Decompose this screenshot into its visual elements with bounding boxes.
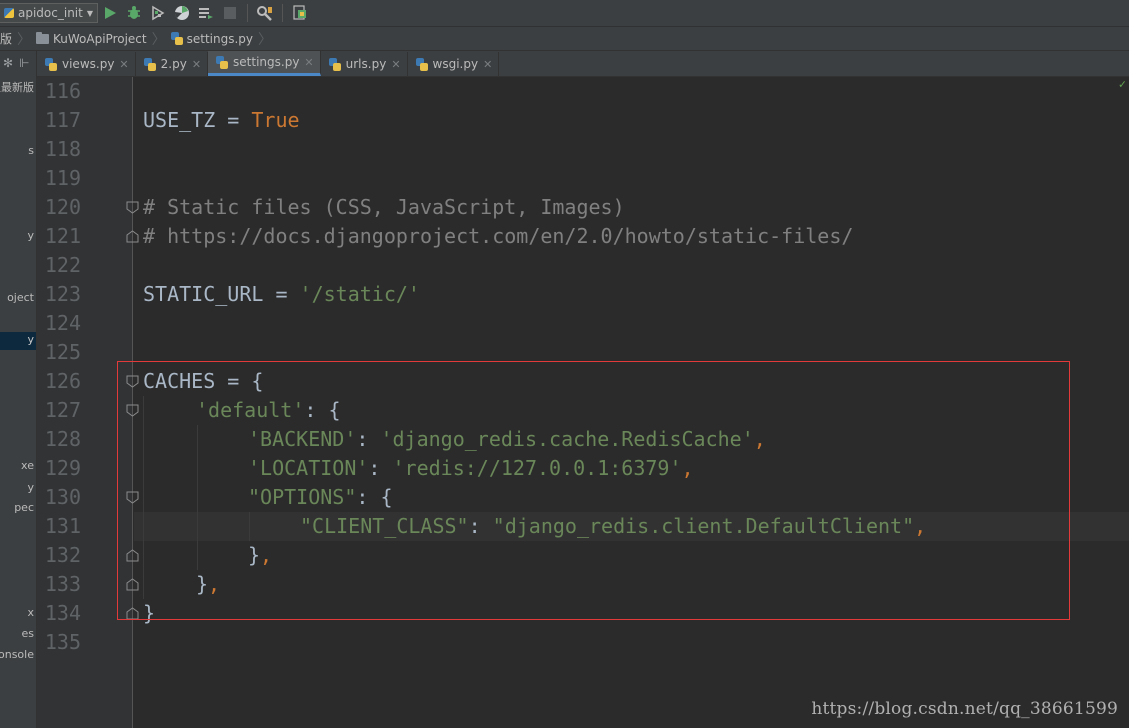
- line-number: 117: [37, 106, 81, 135]
- python-file-icon: [45, 58, 57, 71]
- line-number: 133: [37, 570, 81, 599]
- code-line-121-comment: # https://docs.djangoproject.com/en/2.0/…: [143, 222, 853, 251]
- tab-label: views.py: [62, 57, 114, 71]
- project-tree-item[interactable]: y: [27, 229, 34, 243]
- run-icon[interactable]: [98, 2, 122, 24]
- line-number: 122: [37, 251, 81, 280]
- line-number: 119: [37, 164, 81, 193]
- breadcrumb-item-root[interactable]: 版: [0, 27, 16, 50]
- toolbar-divider: [247, 4, 248, 22]
- line-number: 116: [37, 77, 81, 106]
- chevron-right-icon: 〉: [17, 29, 31, 49]
- project-tree-item[interactable]: y: [27, 481, 34, 495]
- inspection-ok-icon: ✓: [1119, 77, 1126, 91]
- line-number: 131: [37, 512, 81, 541]
- tab-label: settings.py: [233, 55, 299, 69]
- python-console-icon[interactable]: [288, 2, 312, 24]
- line-number: 130: [37, 483, 81, 512]
- line-number: 120: [37, 193, 81, 222]
- code-token: USE_TZ: [143, 108, 215, 132]
- breadcrumb-root-label: 版: [0, 30, 12, 47]
- navigation-bar: 版 〉 KuWoApiProject 〉 settings.py 〉: [0, 26, 1129, 51]
- python-file-icon: [144, 58, 156, 71]
- line-number: 134: [37, 599, 81, 628]
- code-token: =: [263, 282, 299, 306]
- tab-label: urls.py: [346, 57, 387, 71]
- line-number: 118: [37, 135, 81, 164]
- project-tool-window: ✻ ⊩ 上最新版 s y oject y xe y pec x es onsol…: [0, 51, 37, 728]
- project-tree-item[interactable]: 上最新版: [0, 81, 34, 95]
- toolbar-divider: [282, 4, 283, 22]
- project-tree-item[interactable]: pec: [14, 501, 34, 515]
- line-number: 124: [37, 309, 81, 338]
- coverage-icon[interactable]: [146, 2, 170, 24]
- code-line-117: USE_TZ = True: [143, 106, 300, 135]
- profile-icon[interactable]: [170, 2, 194, 24]
- concurrency-icon[interactable]: [194, 2, 218, 24]
- project-tree-item[interactable]: xe: [21, 459, 34, 473]
- python-file-icon: [216, 56, 228, 69]
- line-number: 132: [37, 541, 81, 570]
- chevron-right-icon: 〉: [258, 29, 272, 49]
- code-token-keyword: True: [251, 108, 299, 132]
- code-line-123: STATIC_URL = '/static/': [143, 280, 420, 309]
- breadcrumb-item-file[interactable]: settings.py: [167, 27, 257, 50]
- breadcrumb-project-label: KuWoApiProject: [53, 32, 147, 46]
- project-strip-toolbar: ✻ ⊩: [0, 54, 37, 72]
- watermark: https://blog.csdn.net/qq_38661599: [811, 699, 1118, 719]
- tab-settings[interactable]: settings.py ✕: [208, 51, 321, 76]
- close-icon[interactable]: ✕: [483, 58, 492, 71]
- project-tree-item-selected[interactable]: y: [0, 332, 36, 350]
- line-number: 127: [37, 396, 81, 425]
- line-number: 123: [37, 280, 81, 309]
- tab-label: wsgi.py: [433, 57, 479, 71]
- fold-marker-icon[interactable]: [126, 201, 139, 214]
- project-tree-item[interactable]: es: [22, 627, 35, 641]
- project-tree-item[interactable]: oject: [7, 291, 34, 305]
- close-icon[interactable]: ✕: [391, 58, 400, 71]
- close-icon[interactable]: ✕: [119, 58, 128, 71]
- editor-tab-bar: views.py ✕ 2.py ✕ settings.py ✕ urls.py …: [37, 51, 1129, 77]
- close-icon[interactable]: ✕: [304, 56, 313, 69]
- python-file-icon: [171, 32, 183, 45]
- code-token-string: '/static/': [300, 282, 420, 306]
- chevron-down-icon: ▼: [87, 9, 93, 18]
- tab-label: 2.py: [161, 57, 187, 71]
- line-number: 121: [37, 222, 81, 251]
- code-line-120-comment: # Static files (CSS, JavaScript, Images): [143, 193, 625, 222]
- python-file-icon: [329, 58, 341, 71]
- code-token: STATIC_URL: [143, 282, 263, 306]
- python-file-icon: [416, 58, 428, 71]
- close-icon[interactable]: ✕: [192, 58, 201, 71]
- collapse-icon[interactable]: ⊩: [19, 56, 29, 70]
- settings-icon[interactable]: [253, 2, 277, 24]
- tab-urls[interactable]: urls.py ✕: [321, 52, 408, 76]
- project-tree-item[interactable]: x: [27, 606, 34, 620]
- tab-views[interactable]: views.py ✕: [37, 52, 136, 76]
- code-editor[interactable]: ✓ 116 117 118 119 120 121 122 123 124 12…: [37, 77, 1129, 728]
- fold-end-icon[interactable]: [126, 230, 139, 243]
- line-number: 126: [37, 367, 81, 396]
- stop-icon[interactable]: [218, 2, 242, 24]
- run-configuration-label: apidoc_init: [18, 6, 83, 20]
- tab-wsgi[interactable]: wsgi.py ✕: [408, 52, 500, 76]
- breadcrumb-file-label: settings.py: [187, 32, 253, 46]
- breadcrumb-item-project[interactable]: KuWoApiProject: [32, 27, 151, 50]
- project-tree-item[interactable]: s: [28, 144, 34, 158]
- python-icon: [4, 8, 14, 18]
- run-configuration-dropdown[interactable]: apidoc_init ▼: [0, 3, 98, 23]
- debug-icon[interactable]: [122, 2, 146, 24]
- tab-2[interactable]: 2.py ✕: [136, 52, 208, 76]
- settings-icon[interactable]: ✻: [3, 56, 13, 70]
- line-number: 125: [37, 338, 81, 367]
- line-number: 128: [37, 425, 81, 454]
- code-token: =: [215, 108, 251, 132]
- annotation-highlight-box: [117, 361, 1070, 620]
- line-number: 135: [37, 628, 81, 657]
- folder-icon: [36, 34, 49, 44]
- main-toolbar: apidoc_init ▼: [0, 0, 1129, 26]
- line-number: 129: [37, 454, 81, 483]
- project-tree-item[interactable]: onsole: [0, 648, 34, 662]
- chevron-right-icon: 〉: [152, 29, 166, 49]
